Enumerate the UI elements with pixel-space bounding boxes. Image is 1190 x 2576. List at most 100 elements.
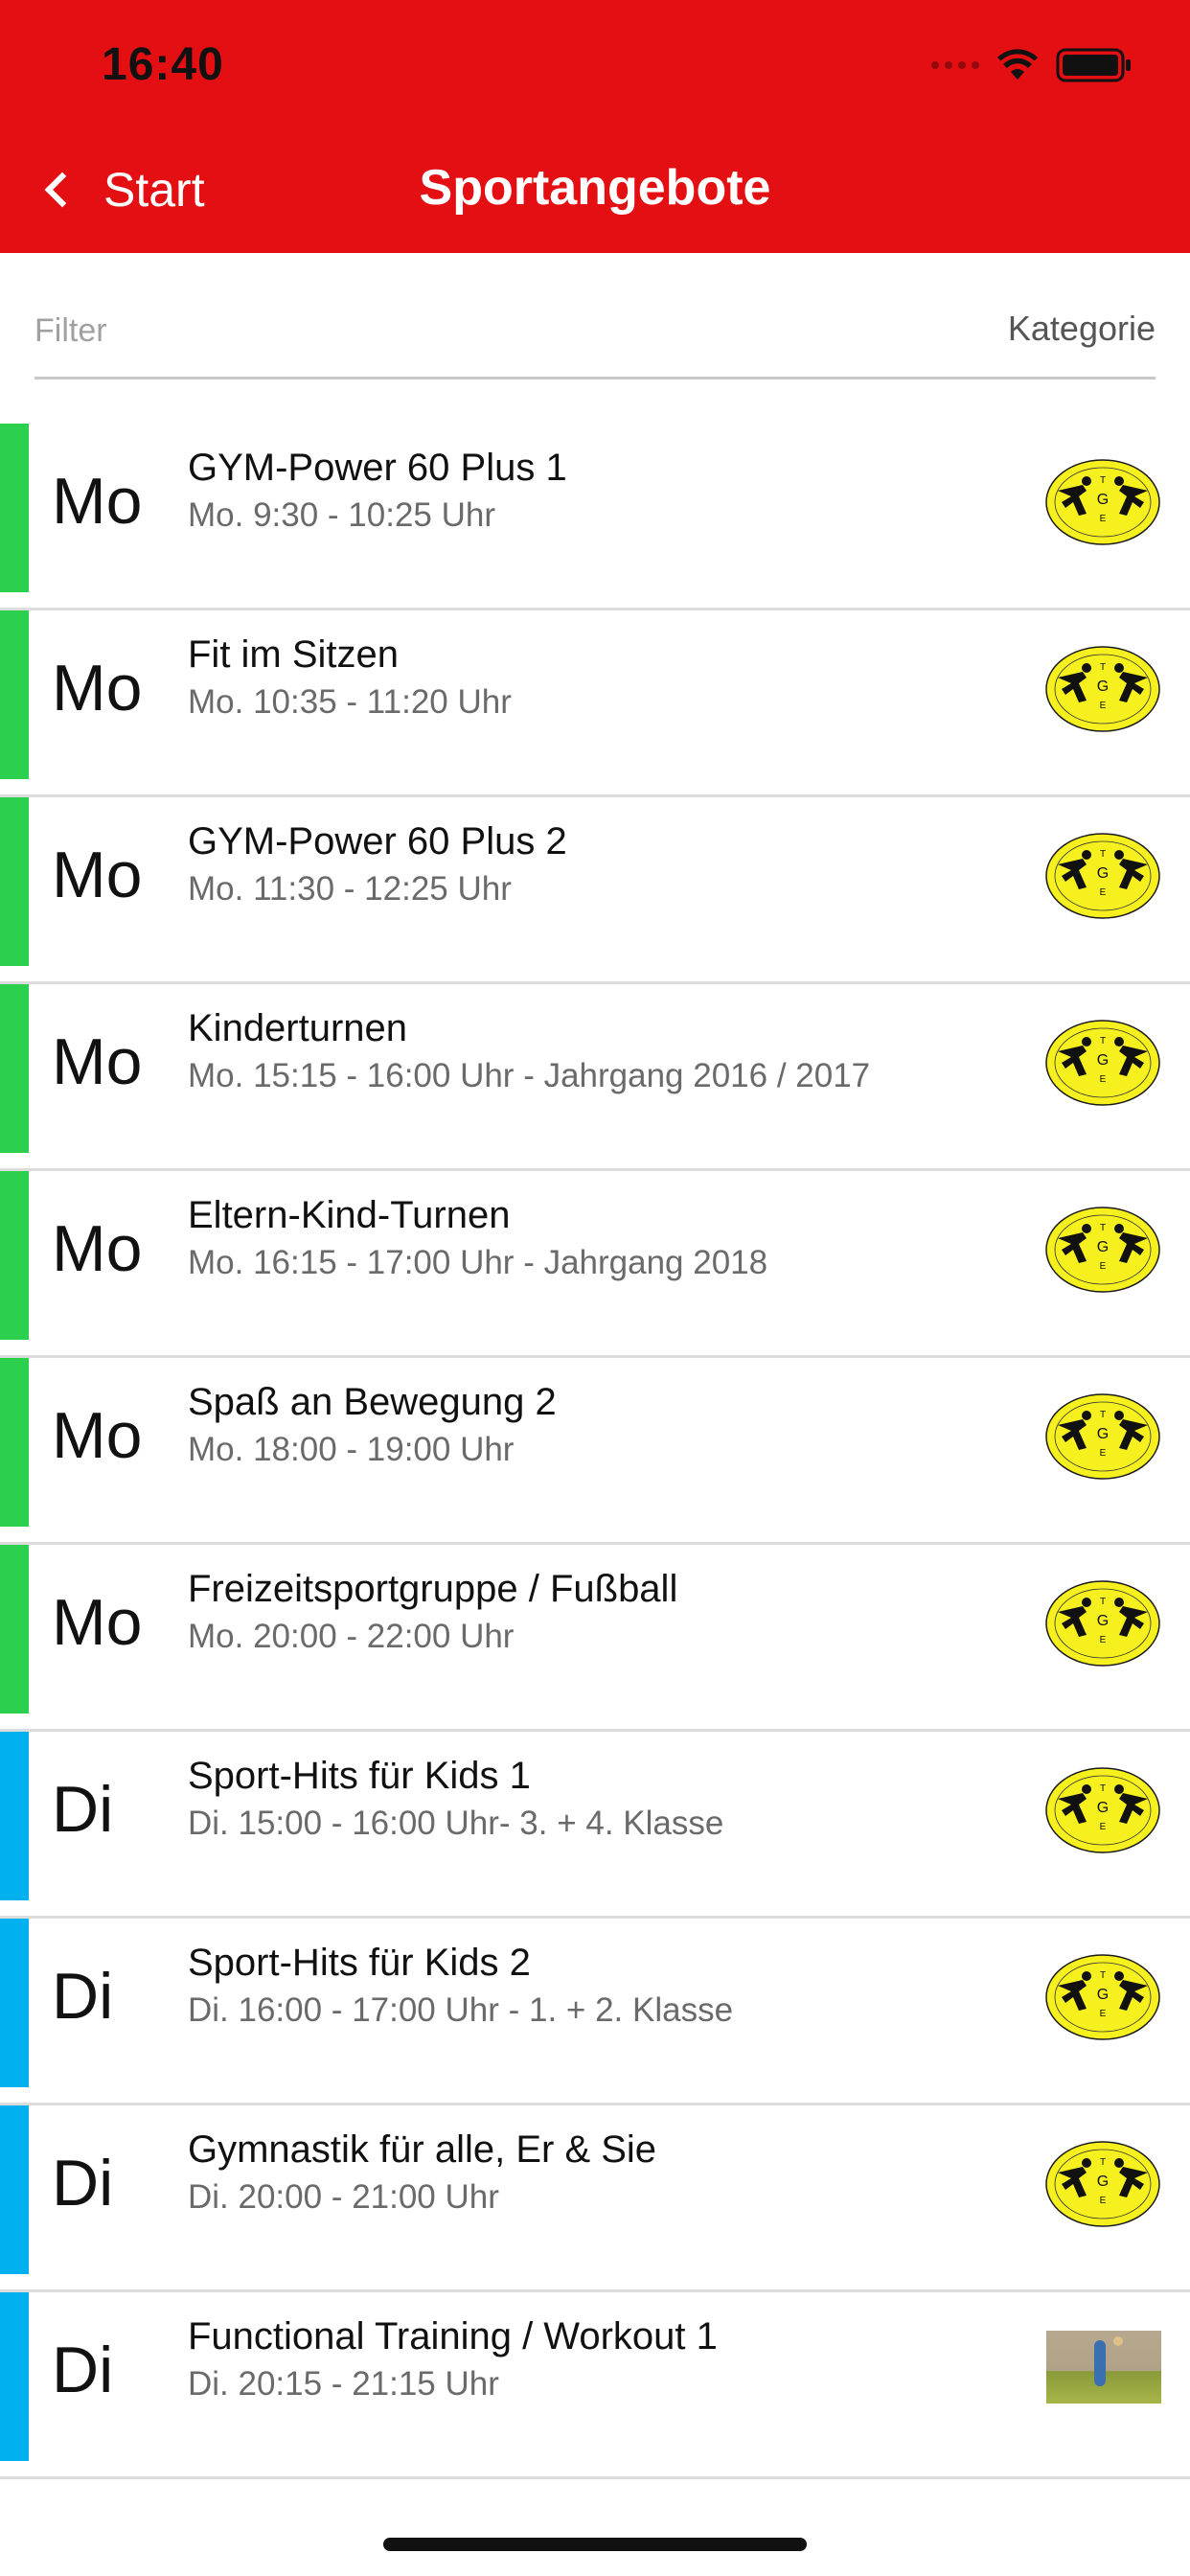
weekday-color-bar xyxy=(0,1545,29,1714)
svg-text:T: T xyxy=(1100,475,1106,486)
navigation-header: 16:40 Start Sportangebote xyxy=(0,0,1190,253)
club-logo-icon: T G E xyxy=(1044,1579,1161,1668)
svg-text:E: E xyxy=(1100,2196,1107,2206)
svg-text:E: E xyxy=(1100,514,1107,524)
club-logo-icon: T G E xyxy=(1044,1953,1161,2041)
weekday-label: Di xyxy=(52,1960,114,2033)
list-item[interactable]: Mo Eltern-Kind-Turnen Mo. 16:15 - 17:00 Uh… xyxy=(0,1171,1190,1358)
category-button[interactable]: Kategorie xyxy=(1008,309,1156,349)
svg-text:G: G xyxy=(1097,1426,1109,1442)
weekday-color-bar xyxy=(0,797,29,966)
svg-text:G: G xyxy=(1097,1052,1109,1069)
club-logo-icon: T G E xyxy=(1044,1206,1161,1294)
svg-text:E: E xyxy=(1100,2009,1107,2019)
offer-schedule: Mo. 9:30 - 10:25 Uhr xyxy=(188,496,495,534)
page-title: Sportangebote xyxy=(419,160,771,216)
offer-title: Spaß an Bewegung 2 xyxy=(188,1381,557,1423)
svg-text:G: G xyxy=(1097,492,1109,508)
list-item[interactable]: Mo Freizeitsportgruppe / Fußball Mo. 20:00… xyxy=(0,1545,1190,1732)
offer-title: Sport-Hits für Kids 2 xyxy=(188,1942,531,1984)
offer-schedule: Di. 16:00 - 17:00 Uhr - 1. + 2. Klasse xyxy=(188,1991,734,2029)
offer-schedule: Di. 20:00 - 21:00 Uhr xyxy=(188,2178,499,2216)
offer-title: Functional Training / Workout 1 xyxy=(188,2315,718,2358)
list-item[interactable]: Di Functional Training / Workout 1 Di. 20:… xyxy=(0,2292,1190,2479)
weekday-color-bar xyxy=(0,1171,29,1340)
offer-schedule: Mo. 20:00 - 22:00 Uhr xyxy=(188,1618,515,1655)
list-item[interactable]: Di Sport-Hits für Kids 2 Di. 16:00 - 17:00… xyxy=(0,1919,1190,2105)
offer-title: GYM-Power 60 Plus 1 xyxy=(188,447,567,489)
cellular-signal-icon xyxy=(931,61,979,69)
weekday-label: Mo xyxy=(52,652,143,724)
svg-text:G: G xyxy=(1097,1239,1109,1255)
weekday-color-bar xyxy=(0,1919,29,2087)
offer-title: Gymnastik für alle, Er & Sie xyxy=(188,2128,657,2171)
svg-text:T: T xyxy=(1100,1410,1106,1420)
list-item[interactable]: Mo GYM-Power 60 Plus 1 Mo. 9:30 - 10:25 Uh… xyxy=(0,424,1190,610)
svg-text:E: E xyxy=(1100,1635,1107,1645)
offer-schedule: Di. 15:00 - 16:00 Uhr- 3. + 4. Klasse xyxy=(188,1805,724,1842)
offer-schedule: Mo. 15:15 - 16:00 Uhr - Jahrgang 2016 / … xyxy=(188,1057,871,1094)
svg-text:E: E xyxy=(1100,701,1107,711)
svg-text:T: T xyxy=(1100,1036,1106,1046)
offer-schedule: Mo. 18:00 - 19:00 Uhr xyxy=(188,1431,515,1468)
offer-title: Fit im Sitzen xyxy=(188,633,400,676)
weekday-color-bar xyxy=(0,2292,29,2461)
weekday-color-bar xyxy=(0,610,29,779)
offer-schedule: Mo. 10:35 - 11:20 Uhr xyxy=(188,683,512,721)
svg-text:E: E xyxy=(1100,1074,1107,1085)
workout-photo xyxy=(1046,2331,1161,2404)
list-item[interactable]: Mo Fit im Sitzen Mo. 10:35 - 11:20 Uhr T G… xyxy=(0,610,1190,797)
list-item[interactable]: Di Gymnastik für alle, Er & Sie Di. 20:00 … xyxy=(0,2105,1190,2292)
list-item[interactable]: Di Sport-Hits für Kids 1 Di. 15:00 - 16:00… xyxy=(0,1732,1190,1919)
club-logo-icon: T G E xyxy=(1044,1392,1161,1481)
offer-title: GYM-Power 60 Plus 2 xyxy=(188,820,567,862)
weekday-label: Mo xyxy=(52,1586,143,1659)
svg-text:G: G xyxy=(1097,1613,1109,1629)
svg-text:T: T xyxy=(1100,662,1106,673)
svg-text:T: T xyxy=(1100,1597,1106,1607)
weekday-label: Mo xyxy=(52,839,143,911)
offer-schedule: Mo. 11:30 - 12:25 Uhr xyxy=(188,870,512,908)
offer-title: Sport-Hits für Kids 1 xyxy=(188,1755,531,1797)
svg-text:T: T xyxy=(1100,1223,1106,1233)
svg-text:G: G xyxy=(1097,1987,1109,2003)
svg-text:G: G xyxy=(1097,1800,1109,1816)
weekday-color-bar xyxy=(0,1358,29,1527)
offer-title: Eltern-Kind-Turnen xyxy=(188,1194,511,1236)
battery-icon xyxy=(1056,48,1131,82)
filter-bar: Kategorie xyxy=(34,288,1156,380)
offer-title: Freizeitsportgruppe / Fußball xyxy=(188,1568,678,1610)
weekday-label: Mo xyxy=(52,1212,143,1285)
club-logo-icon: T G E xyxy=(1044,1019,1161,1107)
status-indicators xyxy=(931,46,1133,84)
svg-text:G: G xyxy=(1097,865,1109,882)
club-logo-icon: T G E xyxy=(1044,458,1161,546)
list-item[interactable]: Mo GYM-Power 60 Plus 2 Mo. 11:30 - 12:25 U… xyxy=(0,797,1190,984)
filter-input[interactable] xyxy=(34,307,801,355)
svg-text:T: T xyxy=(1100,2157,1106,2168)
svg-text:G: G xyxy=(1097,2174,1109,2190)
offer-title: Kinderturnen xyxy=(188,1007,408,1049)
svg-text:G: G xyxy=(1097,678,1109,695)
svg-text:T: T xyxy=(1100,849,1106,860)
offer-schedule: Di. 20:15 - 21:15 Uhr xyxy=(188,2365,499,2403)
wifi-icon xyxy=(997,49,1038,80)
home-indicator xyxy=(383,2538,807,2551)
list-item[interactable]: Mo Spaß an Bewegung 2 Mo. 18:00 - 19:00 Uh… xyxy=(0,1358,1190,1545)
offer-schedule: Mo. 16:15 - 17:00 Uhr - Jahrgang 2018 xyxy=(188,1244,768,1281)
weekday-color-bar xyxy=(0,2105,29,2274)
weekday-color-bar xyxy=(0,984,29,1153)
svg-text:E: E xyxy=(1100,1261,1107,1272)
sport-offer-list: Mo GYM-Power 60 Plus 1 Mo. 9:30 - 10:25 Uh… xyxy=(0,424,1190,2479)
weekday-label: Mo xyxy=(52,1399,143,1472)
weekday-color-bar xyxy=(0,1732,29,1900)
weekday-label: Di xyxy=(52,2147,114,2220)
list-item[interactable]: Mo Kinderturnen Mo. 15:15 - 16:00 Uhr - Ja… xyxy=(0,984,1190,1171)
weekday-label: Mo xyxy=(52,465,143,538)
svg-text:E: E xyxy=(1100,1822,1107,1832)
status-time: 16:40 xyxy=(102,39,224,90)
svg-text:E: E xyxy=(1100,1448,1107,1459)
svg-text:E: E xyxy=(1100,887,1107,898)
weekday-label: Di xyxy=(52,2334,114,2406)
svg-text:T: T xyxy=(1100,1783,1106,1794)
